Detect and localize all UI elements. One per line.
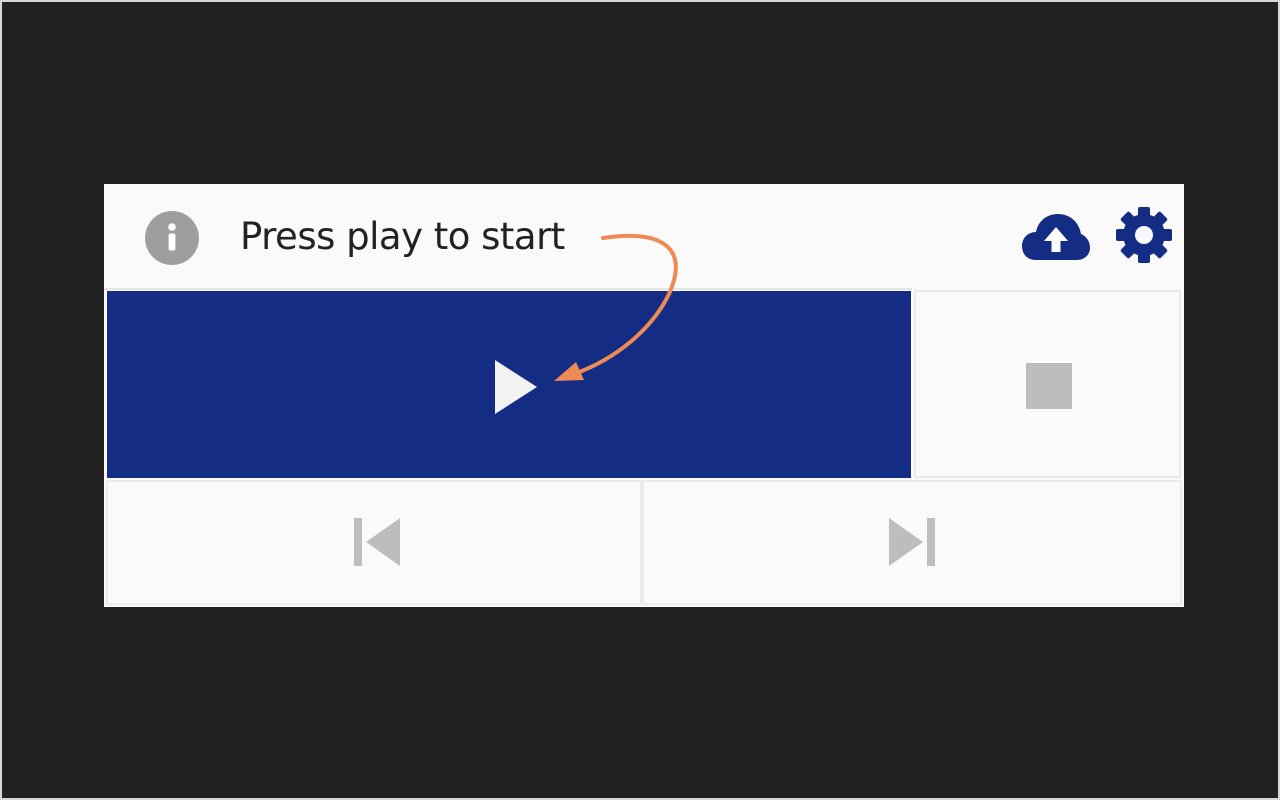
skip-next-button[interactable] (642, 480, 1182, 605)
header-divider (104, 288, 912, 290)
info-icon (145, 211, 199, 265)
play-icon (495, 360, 537, 414)
skip-previous-button[interactable] (106, 480, 642, 605)
upload-button[interactable] (1022, 212, 1090, 262)
player-panel: Press play to start (104, 184, 1184, 607)
info-button[interactable] (144, 210, 200, 266)
skip-next-icon (889, 518, 935, 566)
screen: Press play to start (2, 2, 1278, 798)
skip-previous-icon (354, 518, 400, 566)
status-message: Press play to start (240, 215, 565, 258)
stop-button[interactable] (914, 290, 1181, 478)
stop-icon (1026, 363, 1072, 409)
settings-button[interactable] (1115, 206, 1173, 264)
cloud-upload-icon (1022, 214, 1090, 260)
gear-icon (1116, 207, 1172, 263)
header: Press play to start (104, 184, 1184, 290)
play-button[interactable] (107, 291, 911, 478)
